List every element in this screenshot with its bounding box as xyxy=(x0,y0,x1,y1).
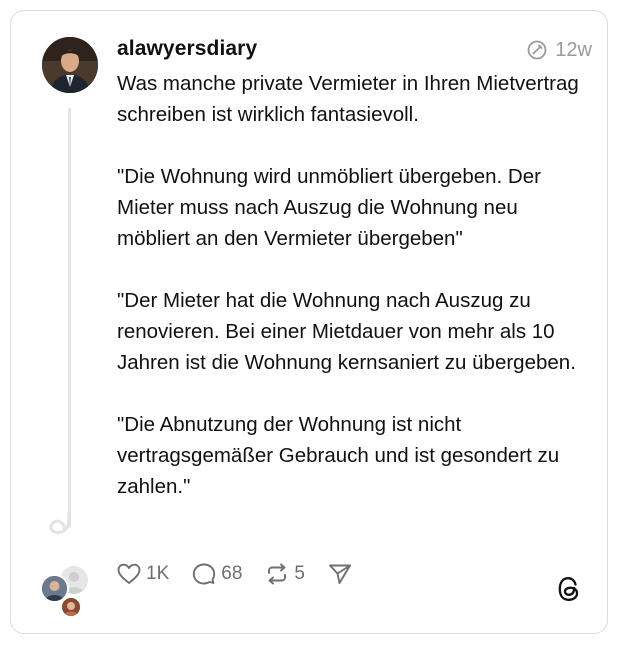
heart-icon xyxy=(117,563,141,584)
reply-avatars[interactable] xyxy=(38,566,100,618)
send-icon xyxy=(329,564,351,584)
repost-button[interactable]: 5 xyxy=(264,562,305,586)
post-paragraph: "Die Abnutzung der Wohnung ist nicht ver… xyxy=(117,413,560,498)
repost-count: 5 xyxy=(294,563,305,584)
reply-button[interactable]: 68 xyxy=(191,562,242,586)
action-bar: 1K 68 5 xyxy=(116,560,375,588)
edited-circle-icon xyxy=(527,40,547,60)
author-avatar[interactable] xyxy=(42,37,98,93)
comment-bubble-icon xyxy=(193,563,216,585)
share-button[interactable] xyxy=(327,562,353,586)
repost-icon xyxy=(268,563,287,585)
thread-curl-icon xyxy=(49,512,71,534)
post-body: Was manche private Vermieter in Ihren Mi… xyxy=(117,68,587,502)
post-paragraph: Was manche private Vermieter in Ihren Mi… xyxy=(117,72,579,126)
like-button[interactable]: 1K xyxy=(116,562,169,586)
post-paragraph: "Der Mieter hat die Wohnung nach Auszug … xyxy=(117,289,576,374)
like-count: 1K xyxy=(146,563,170,584)
replier-avatar xyxy=(60,596,82,618)
post-paragraph: "Die Wohnung wird unmöbliert übergeben. … xyxy=(117,165,541,250)
post-meta: 12w xyxy=(526,38,592,62)
thread-line xyxy=(68,108,71,528)
threads-logo-icon[interactable] xyxy=(556,575,582,603)
reply-count: 68 xyxy=(221,563,243,584)
post-time: 12w xyxy=(555,38,592,61)
username[interactable]: alawyersdiary xyxy=(117,37,257,61)
